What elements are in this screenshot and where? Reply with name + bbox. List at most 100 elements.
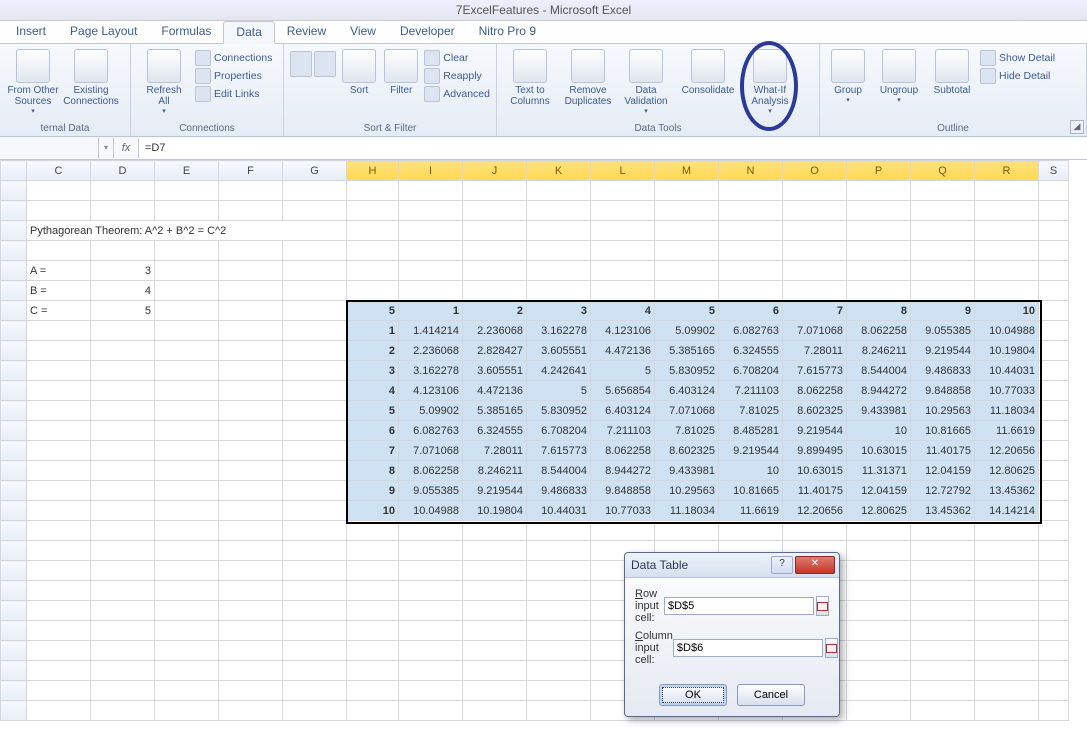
cell-H25[interactable] (347, 641, 399, 661)
cell-M11[interactable]: 5.830952 (655, 361, 719, 381)
tab-insert[interactable]: Insert (4, 21, 58, 43)
advanced-filter-button[interactable]: Advanced (424, 85, 490, 103)
cell-D3[interactable] (91, 201, 155, 221)
cell-R21[interactable] (975, 561, 1039, 581)
cell-J9[interactable]: 2.236068 (463, 321, 527, 341)
cell-N14[interactable]: 8.485281 (719, 421, 783, 441)
cell-I13[interactable]: 5.09902 (399, 401, 463, 421)
row-header-12[interactable] (1, 381, 27, 401)
cell-J25[interactable] (463, 641, 527, 661)
cell-M10[interactable]: 5.385165 (655, 341, 719, 361)
cell-H6[interactable] (347, 261, 399, 281)
cell-P28[interactable] (847, 701, 911, 721)
ungroup-button[interactable]: Ungroup▾ (874, 47, 924, 104)
cell-C24[interactable] (27, 621, 91, 641)
cell-Q15[interactable]: 11.40175 (911, 441, 975, 461)
cell-N3[interactable] (719, 201, 783, 221)
cell-O11[interactable]: 7.615773 (783, 361, 847, 381)
cell-R25[interactable] (975, 641, 1039, 661)
column-header-N[interactable]: N (719, 161, 783, 181)
cell-R16[interactable]: 12.80625 (975, 461, 1039, 481)
cell-E22[interactable] (155, 581, 219, 601)
cell-O8[interactable]: 7 (783, 301, 847, 321)
column-header-S[interactable]: S (1039, 161, 1069, 181)
cell-G16[interactable] (283, 461, 347, 481)
cell-E13[interactable] (155, 401, 219, 421)
column-header-H[interactable]: H (347, 161, 399, 181)
cell-G27[interactable] (283, 681, 347, 701)
cell-H11[interactable]: 3 (347, 361, 399, 381)
column-header-P[interactable]: P (847, 161, 911, 181)
cell-O7[interactable] (783, 281, 847, 301)
cell-L2[interactable] (591, 181, 655, 201)
cell-Q25[interactable] (911, 641, 975, 661)
cell-J28[interactable] (463, 701, 527, 721)
cell-F24[interactable] (219, 621, 283, 641)
cell-H2[interactable] (347, 181, 399, 201)
row-header-9[interactable] (1, 321, 27, 341)
cell-K8[interactable]: 3 (527, 301, 591, 321)
cell-L13[interactable]: 6.403124 (591, 401, 655, 421)
cell-L4[interactable] (591, 221, 655, 241)
cell-H16[interactable]: 8 (347, 461, 399, 481)
refresh-all-button[interactable]: Refresh All▾ (137, 47, 191, 115)
cell-H4[interactable] (347, 221, 399, 241)
cell-E14[interactable] (155, 421, 219, 441)
column-header-L[interactable]: L (591, 161, 655, 181)
cell-O14[interactable]: 9.219544 (783, 421, 847, 441)
cell-E5[interactable] (155, 241, 219, 261)
row-header-20[interactable] (1, 541, 27, 561)
cell-R11[interactable]: 10.44031 (975, 361, 1039, 381)
column-input-cell[interactable] (673, 639, 823, 657)
cell-F11[interactable] (219, 361, 283, 381)
cell-F14[interactable] (219, 421, 283, 441)
cell-N7[interactable] (719, 281, 783, 301)
cell-R26[interactable] (975, 661, 1039, 681)
cell-O3[interactable] (783, 201, 847, 221)
cell-Q3[interactable] (911, 201, 975, 221)
cell-C9[interactable] (27, 321, 91, 341)
cell-H8[interactable]: 5 (347, 301, 399, 321)
row-header-17[interactable] (1, 481, 27, 501)
cell-H3[interactable] (347, 201, 399, 221)
cell-N16[interactable]: 10 (719, 461, 783, 481)
cell-J23[interactable] (463, 601, 527, 621)
cell-E24[interactable] (155, 621, 219, 641)
cell-G3[interactable] (283, 201, 347, 221)
cell-I18[interactable]: 10.04988 (399, 501, 463, 521)
cell-H22[interactable] (347, 581, 399, 601)
cell-R6[interactable] (975, 261, 1039, 281)
cell-D8[interactable]: 5 (91, 301, 155, 321)
cell-R15[interactable]: 12.20656 (975, 441, 1039, 461)
cell-R27[interactable] (975, 681, 1039, 701)
cell-D2[interactable] (91, 181, 155, 201)
dialog-help-button[interactable]: ? (771, 556, 793, 574)
cell-H9[interactable]: 1 (347, 321, 399, 341)
cell-S5[interactable] (1039, 241, 1069, 261)
cell-J5[interactable] (463, 241, 527, 261)
cell-J17[interactable]: 9.219544 (463, 481, 527, 501)
cell-C19[interactable] (27, 521, 91, 541)
cell-S10[interactable] (1039, 341, 1069, 361)
cell-R9[interactable]: 10.04988 (975, 321, 1039, 341)
edit-links-button[interactable]: Edit Links (195, 85, 272, 103)
cell-K21[interactable] (527, 561, 591, 581)
cell-K27[interactable] (527, 681, 591, 701)
reapply-filter-button[interactable]: Reapply (424, 67, 490, 85)
cell-S22[interactable] (1039, 581, 1069, 601)
cell-O19[interactable] (783, 521, 847, 541)
tab-formulas[interactable]: Formulas (149, 21, 223, 43)
cell-C23[interactable] (27, 601, 91, 621)
cell-F5[interactable] (219, 241, 283, 261)
cell-L17[interactable]: 9.848858 (591, 481, 655, 501)
row-header-13[interactable] (1, 401, 27, 421)
row-input-cell[interactable] (664, 597, 814, 615)
cell-E3[interactable] (155, 201, 219, 221)
cell-I10[interactable]: 2.236068 (399, 341, 463, 361)
cell-D20[interactable] (91, 541, 155, 561)
cell-I2[interactable] (399, 181, 463, 201)
cell-M13[interactable]: 7.071068 (655, 401, 719, 421)
cell-C12[interactable] (27, 381, 91, 401)
cell-J21[interactable] (463, 561, 527, 581)
cell-S27[interactable] (1039, 681, 1069, 701)
